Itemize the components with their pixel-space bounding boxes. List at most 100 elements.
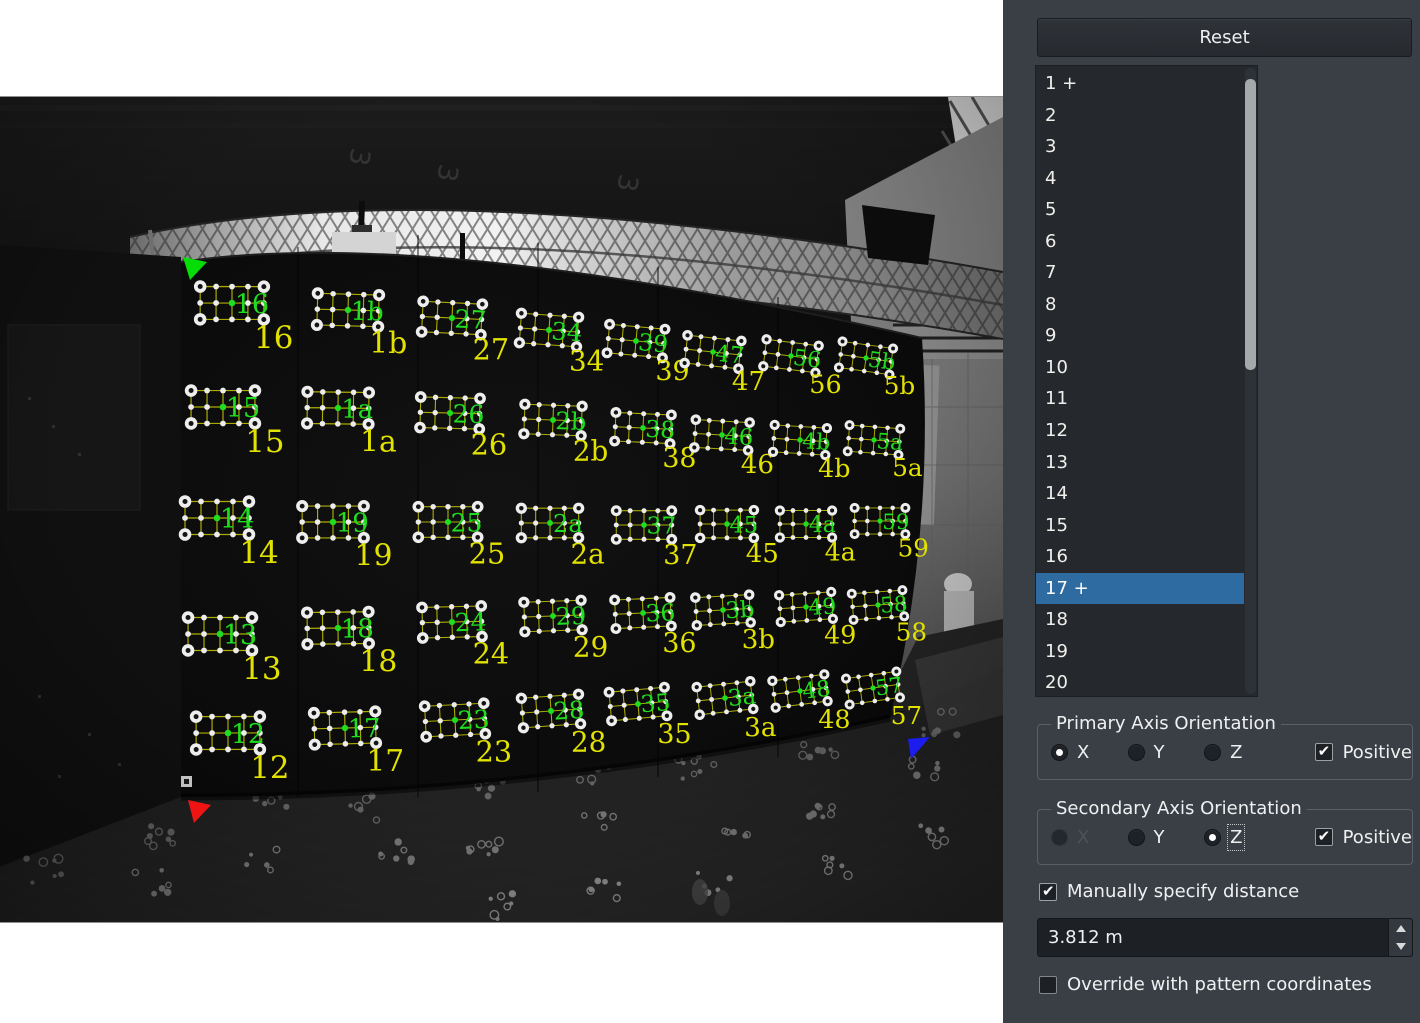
spin-up-icon: [1396, 925, 1406, 932]
secondary-axis-group: Secondary Axis Orientation X Y Z Positiv…: [1037, 809, 1413, 865]
pattern-id-label: 48: [818, 704, 850, 734]
svg-text:57: 57: [874, 673, 905, 702]
pattern-id-label: 19: [354, 538, 392, 573]
camera-view[interactable]: 333: [0, 96, 1003, 923]
checkbox-icon: [1039, 883, 1057, 901]
pattern-list-item[interactable]: 11: [1036, 383, 1244, 415]
pattern-id-label: 1b: [369, 326, 407, 361]
pattern-list-item[interactable]: 20: [1036, 667, 1244, 697]
pattern-list-item[interactable]: 7: [1036, 257, 1244, 289]
pattern-list-item[interactable]: 6: [1036, 226, 1244, 258]
pattern-id-label: 35: [657, 719, 691, 750]
svg-text:29: 29: [555, 602, 587, 631]
reset-button[interactable]: Reset: [1037, 18, 1412, 57]
pattern-id-label: 24: [473, 637, 510, 671]
pattern-list-item[interactable]: 5: [1036, 194, 1244, 226]
spin-up-button[interactable]: [1389, 919, 1412, 938]
svg-text:16: 16: [235, 289, 269, 320]
primary-x-radio[interactable]: X: [1051, 742, 1128, 763]
pattern-list-item[interactable]: 8: [1036, 289, 1244, 321]
pattern-id-label: 59: [898, 534, 929, 563]
pattern-list-item[interactable]: 10: [1036, 352, 1244, 384]
pattern-id-label: 4a: [825, 538, 856, 567]
primary-y-label: Y: [1154, 742, 1165, 763]
pattern-id-label: 57: [891, 701, 922, 730]
svg-text:12: 12: [231, 719, 265, 750]
pattern-list-item[interactable]: 16: [1036, 541, 1244, 573]
primary-y-radio[interactable]: Y: [1128, 742, 1205, 763]
pattern-list-item[interactable]: 18: [1036, 604, 1244, 636]
svg-text:1a: 1a: [341, 395, 373, 425]
pattern-list-item[interactable]: 4: [1036, 163, 1244, 195]
pattern-list-item[interactable]: 9: [1036, 320, 1244, 352]
pattern-list-item[interactable]: 17 +: [1036, 573, 1244, 605]
svg-text:45: 45: [729, 512, 758, 538]
svg-text:46: 46: [724, 424, 754, 452]
pattern-id-label: 2b: [573, 434, 608, 467]
svg-text:19: 19: [336, 509, 369, 539]
pattern-id-label: 28: [571, 725, 606, 758]
pattern-list-item[interactable]: 14: [1036, 478, 1244, 510]
pattern-id-label: 34: [569, 344, 604, 377]
svg-text:58: 58: [879, 592, 908, 619]
pattern-id-label: 5a: [892, 453, 922, 482]
svg-text:2a: 2a: [553, 510, 583, 538]
svg-text:38: 38: [645, 415, 676, 444]
primary-axis-group: Primary Axis Orientation X Y Z Positive: [1037, 724, 1413, 780]
primary-axis-group-title: Primary Axis Orientation: [1051, 713, 1281, 734]
manual-distance-label: Manually specify distance: [1067, 881, 1299, 902]
pattern-id-label: 47: [732, 367, 765, 397]
override-coordinates-checkbox[interactable]: Override with pattern coordinates: [1039, 974, 1372, 995]
list-scrollbar[interactable]: [1245, 68, 1256, 694]
distance-spinbox[interactable]: 3.812 m: [1037, 918, 1413, 957]
secondary-x-radio[interactable]: X: [1051, 827, 1128, 848]
pattern-id-label: 18: [359, 644, 397, 679]
distance-value[interactable]: 3.812 m: [1048, 919, 1123, 956]
pattern-id-label: 2a: [571, 537, 605, 570]
svg-text:14: 14: [220, 504, 254, 535]
primary-z-label: Z: [1230, 742, 1242, 763]
calibration-marker: 14: [179, 495, 256, 541]
svg-text:28: 28: [553, 696, 586, 726]
pattern-list-item[interactable]: 1 +: [1036, 68, 1244, 100]
pattern-id-label: 58: [896, 618, 927, 647]
svg-text:48: 48: [801, 677, 832, 705]
svg-text:2b: 2b: [555, 407, 587, 436]
pattern-list[interactable]: 1 +234567891011121314151617 +181920: [1035, 65, 1258, 697]
svg-text:27: 27: [454, 304, 487, 335]
spin-down-button[interactable]: [1389, 938, 1412, 957]
pattern-list-item[interactable]: 3: [1036, 131, 1244, 163]
svg-text:4a: 4a: [809, 513, 836, 538]
radio-icon: [1128, 829, 1145, 846]
scrollbar-thumb[interactable]: [1245, 79, 1256, 370]
secondary-positive-label: Positive: [1343, 827, 1412, 848]
manual-distance-checkbox[interactable]: Manually specify distance: [1039, 881, 1299, 902]
secondary-z-radio[interactable]: Z: [1204, 827, 1281, 848]
pattern-list-item[interactable]: 13: [1036, 447, 1244, 479]
camera-image: 333: [0, 97, 1003, 922]
radio-icon: [1204, 744, 1221, 761]
spin-down-icon: [1396, 943, 1406, 950]
pattern-id-label: 3a: [744, 713, 776, 743]
pattern-list-item[interactable]: 2: [1036, 100, 1244, 132]
calibration-marker: 45: [695, 505, 759, 543]
pattern-id-label: 27: [473, 333, 510, 367]
calibration-marker: 13: [182, 611, 258, 657]
pattern-id-label: 29: [573, 630, 608, 663]
secondary-axis-group-title: Secondary Axis Orientation: [1051, 798, 1307, 819]
pattern-list-item[interactable]: 15: [1036, 510, 1244, 542]
pattern-id-label: 45: [746, 539, 779, 569]
svg-text:35: 35: [639, 688, 671, 719]
primary-x-label: X: [1077, 742, 1089, 763]
secondary-positive-checkbox[interactable]: Positive: [1315, 827, 1412, 848]
svg-text:26: 26: [452, 399, 485, 429]
pattern-list-item[interactable]: 19: [1036, 636, 1244, 668]
pattern-id-label: 37: [663, 540, 697, 571]
pattern-list-item[interactable]: 12: [1036, 415, 1244, 447]
secondary-y-radio[interactable]: Y: [1128, 827, 1205, 848]
checkbox-icon: [1315, 828, 1333, 846]
primary-z-radio[interactable]: Z: [1204, 742, 1281, 763]
pattern-id-label: 49: [824, 621, 856, 650]
pattern-id-label: 5b: [884, 371, 916, 400]
primary-positive-checkbox[interactable]: Positive: [1315, 742, 1412, 763]
